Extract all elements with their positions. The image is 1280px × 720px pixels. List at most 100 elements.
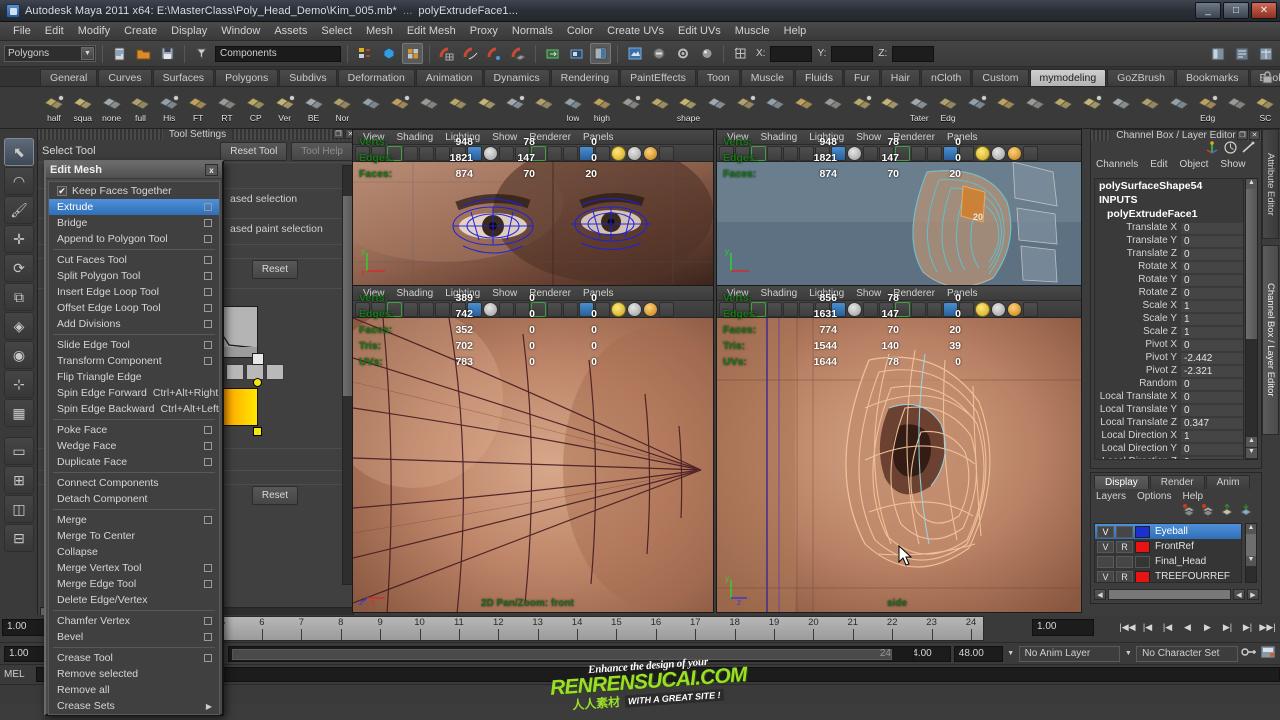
channel-row[interactable]: Translate Y 0 xyxy=(1095,234,1243,247)
light-ambient-icon[interactable] xyxy=(643,301,658,317)
reset-tool-button[interactable]: Reset Tool xyxy=(220,141,288,161)
shelf-button-smooth-mesh[interactable] xyxy=(1165,90,1193,126)
menu-item-display[interactable]: Display xyxy=(164,23,214,39)
channel-row[interactable]: Local Direction Z0 xyxy=(1095,455,1243,459)
shelf-tab-surfaces[interactable]: Surfaces xyxy=(152,69,215,86)
option-box-icon[interactable] xyxy=(204,272,212,280)
shelf-tab-hair[interactable]: Hair xyxy=(880,69,920,86)
snap-to-point-icon[interactable] xyxy=(484,43,505,64)
menu-item-color[interactable]: Color xyxy=(560,23,600,39)
snap-to-curve-icon[interactable] xyxy=(460,43,481,64)
tool-rotate-tool[interactable]: ⟳ xyxy=(4,254,34,282)
viewport-bottom-left[interactable]: View Shading Lighting Show Renderer Panels xyxy=(352,285,714,613)
menu-item-create[interactable]: Create xyxy=(117,23,164,39)
channel-row[interactable]: Local Translate X 0 xyxy=(1095,390,1243,403)
shelf-button-sc[interactable]: SC xyxy=(1251,90,1279,126)
edit-mesh-item-remove-selected[interactable]: Remove selected xyxy=(49,666,219,682)
shelf-tab-general[interactable]: General xyxy=(40,69,98,86)
chevron-down-icon[interactable]: ▼ xyxy=(1006,646,1016,662)
shelf-tab-rendering[interactable]: Rendering xyxy=(550,69,620,86)
tool-lasso-tool[interactable]: ◠ xyxy=(4,167,34,195)
option-box-icon[interactable] xyxy=(204,357,212,365)
close-icon[interactable]: x xyxy=(205,164,218,176)
step-back-frame-icon[interactable]: |◀ xyxy=(1159,619,1176,636)
select-by-object-icon[interactable] xyxy=(378,43,399,64)
sidebar-channel-box-toggle-icon[interactable] xyxy=(1255,43,1276,64)
option-box-icon[interactable] xyxy=(204,633,212,641)
tool-hypergraph-layout[interactable]: ⊟ xyxy=(4,524,34,552)
channel-value[interactable]: 0 xyxy=(1181,234,1243,247)
shelf-tab-fur[interactable]: Fur xyxy=(843,69,880,86)
channel-value[interactable]: 0 xyxy=(1181,286,1243,299)
move-layer-down-icon[interactable] xyxy=(1239,503,1253,519)
falloff-preset-6[interactable] xyxy=(266,364,284,380)
option-box-icon[interactable] xyxy=(204,304,212,312)
edit-mesh-item-remove-all[interactable]: Remove all xyxy=(49,682,219,698)
edit-mesh-item-merge[interactable]: Merge xyxy=(49,512,219,528)
scrollbar-thumb[interactable] xyxy=(1246,189,1257,339)
resolution-gate-icon[interactable] xyxy=(959,145,974,161)
anim-layer-dropdown[interactable]: No Anim Layer xyxy=(1018,645,1121,662)
snap-to-grid-icon[interactable] xyxy=(436,43,457,64)
shelf-tab-muscle[interactable]: Muscle xyxy=(740,69,794,86)
shelf-tab-painteffects[interactable]: PaintEffects xyxy=(620,69,696,86)
edit-mesh-item-split-polygon-tool[interactable]: Split Polygon Tool xyxy=(49,268,219,284)
scroll-up2-icon[interactable]: ▲ xyxy=(1246,437,1257,447)
shelf-button-cp[interactable]: CP xyxy=(242,90,270,126)
manipulator-icon[interactable] xyxy=(1206,141,1219,157)
channel-value[interactable]: 1 xyxy=(1181,325,1243,338)
shelf-button-shape[interactable]: shape xyxy=(675,90,703,126)
channel-box-menu-object[interactable]: Object xyxy=(1180,159,1209,170)
channel-box-scrollbar[interactable]: ▲ ▲ ▼ xyxy=(1245,178,1258,460)
edit-mesh-item-merge-to-center[interactable]: Merge To Center xyxy=(49,528,219,544)
tool-single-perspective-layout[interactable]: ▭ xyxy=(4,437,34,465)
shelf-button-nor[interactable]: Nor xyxy=(328,90,356,126)
shelf-lock-icon[interactable] xyxy=(1262,71,1274,85)
shelf-button-bridge-faces[interactable] xyxy=(732,90,760,126)
edit-mesh-item-bridge[interactable]: Bridge xyxy=(49,215,219,231)
menu-item-proxy[interactable]: Proxy xyxy=(463,23,505,39)
layer-reference-toggle[interactable]: R xyxy=(1116,540,1133,553)
reset-button-1[interactable]: Reset xyxy=(251,260,298,279)
tab-attribute-editor[interactable]: Attribute Editor xyxy=(1262,129,1279,239)
shelf-button-sphere-shader2[interactable] xyxy=(1021,90,1049,126)
step-forward-frame-icon[interactable]: ▶| xyxy=(1219,619,1236,636)
shelf-button-crease-tool[interactable] xyxy=(1223,90,1251,126)
edit-mesh-item-slide-edge-tool[interactable]: Slide Edge Tool xyxy=(49,337,219,353)
channel-row[interactable]: Scale Y 1 xyxy=(1095,312,1243,325)
shelf-button-merge-vertices[interactable] xyxy=(1136,90,1164,126)
channel-box-attribute-list[interactable]: polySurfaceShape54 INPUTS polyExtrudeFace1… xyxy=(1094,178,1244,460)
shelf-button-be[interactable]: BE xyxy=(300,90,328,126)
shelf-button-low[interactable]: low xyxy=(559,90,587,126)
shelf-button-reduce-mesh[interactable] xyxy=(819,90,847,126)
move-layer-up-icon[interactable] xyxy=(1220,502,1234,519)
viewport-top-left[interactable]: View Shading Lighting Show Renderer Panels xyxy=(352,129,714,286)
snapshot-icon[interactable] xyxy=(1023,301,1038,317)
option-box-icon[interactable] xyxy=(204,564,212,572)
layer-reference-toggle[interactable]: R xyxy=(1116,570,1133,582)
light-ambient-icon[interactable] xyxy=(1007,145,1022,161)
shelf-button-mirror-cut[interactable] xyxy=(646,90,674,126)
edit-mesh-item-crease-tool[interactable]: Crease Tool xyxy=(49,650,219,666)
snap-to-view-plane-icon[interactable] xyxy=(508,43,529,64)
channel-row[interactable]: Local Direction X 1 xyxy=(1095,429,1243,442)
menu-item-edit-uvs[interactable]: Edit UVs xyxy=(671,23,728,39)
layer-list[interactable]: V Eyeball V R FrontRef Final_Head V R TREEFOURRE… xyxy=(1094,523,1242,583)
channel-row[interactable]: Rotate X 0 xyxy=(1095,260,1243,273)
layer-item[interactable]: V Eyeball xyxy=(1095,524,1241,539)
shelf-button-combine-mesh[interactable] xyxy=(444,90,472,126)
undock-icon[interactable]: ❐ xyxy=(333,129,344,139)
edit-mesh-item-spin-edge-forward[interactable]: Spin Edge Forward Ctrl+Alt+Right xyxy=(49,385,219,401)
channel-value[interactable]: 0 xyxy=(1181,377,1243,390)
option-box-icon[interactable] xyxy=(204,203,212,211)
maximize-button[interactable]: □ xyxy=(1223,2,1249,19)
edit-mesh-item-connect-components[interactable]: Connect Components xyxy=(49,475,219,491)
shelf-button-mirror-geometry[interactable] xyxy=(415,90,443,126)
channel-row[interactable]: Scale Z 1 xyxy=(1095,325,1243,338)
layer-visibility-toggle[interactable] xyxy=(1097,555,1114,568)
open-scene-icon[interactable] xyxy=(133,43,154,64)
edit-mesh-item-merge-edge-tool[interactable]: Merge Edge Tool xyxy=(49,576,219,592)
channel-value[interactable]: 0 xyxy=(1181,247,1243,260)
channel-value[interactable]: 0.347 xyxy=(1181,416,1243,429)
light-point-icon[interactable] xyxy=(611,145,626,161)
